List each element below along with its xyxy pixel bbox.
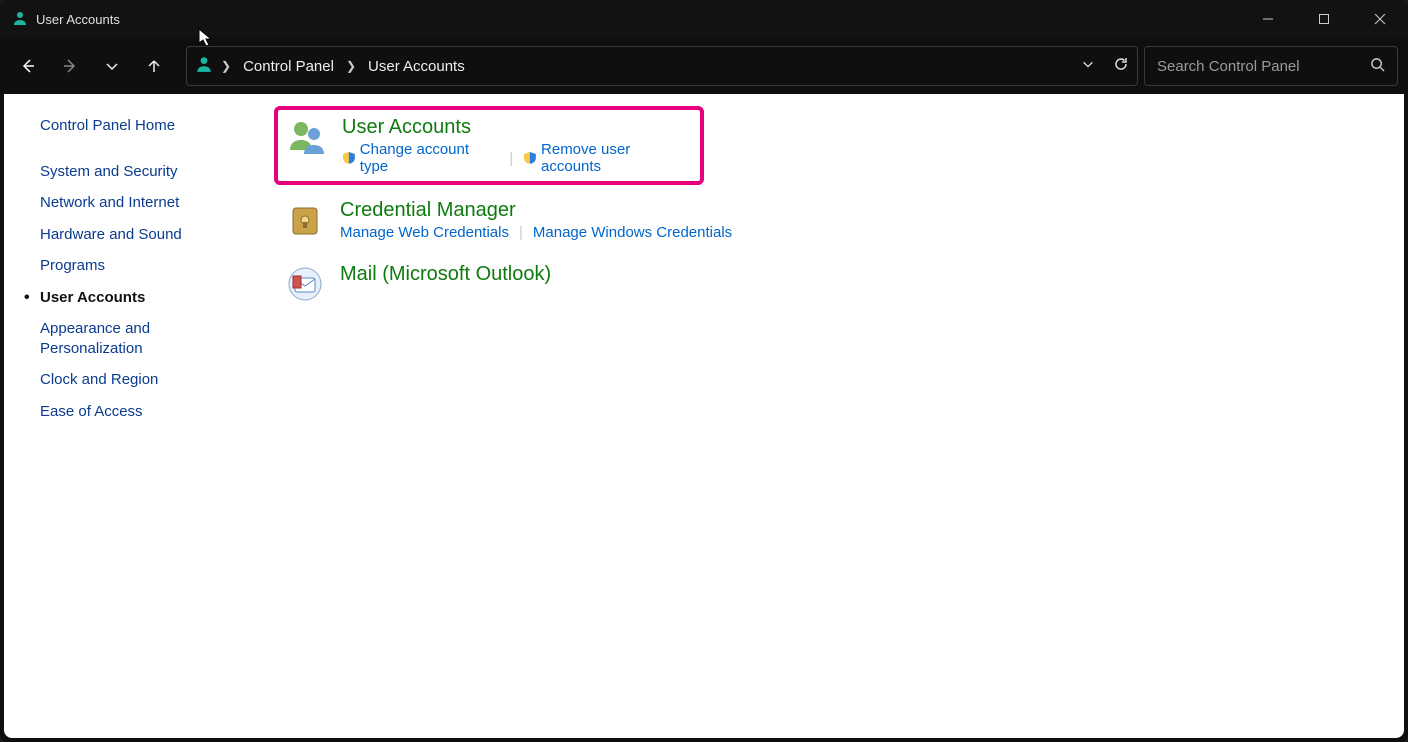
minimize-button[interactable] [1240, 0, 1296, 38]
address-bar-right [1081, 56, 1129, 76]
up-button[interactable] [136, 48, 172, 84]
address-bar-icon [195, 55, 213, 77]
link-remove-user-accounts[interactable]: Remove user accounts [523, 141, 692, 175]
sidebar-item-appearance[interactable]: Appearance and Personalization [40, 319, 236, 358]
content-area: Control Panel Home System and Security N… [4, 94, 1404, 738]
sidebar: Control Panel Home System and Security N… [4, 94, 254, 738]
category-credential-manager: Credential Manager Manage Web Credential… [274, 191, 1384, 249]
sidebar-item-system-security[interactable]: System and Security [40, 162, 236, 182]
forward-button[interactable] [52, 48, 88, 84]
category-links: Change account type | Remove user accoun… [342, 141, 692, 175]
chevron-down-icon[interactable] [1081, 57, 1095, 75]
sidebar-item-hardware-sound[interactable]: Hardware and Sound [40, 225, 236, 245]
sidebar-item-ease-of-access[interactable]: Ease of Access [40, 402, 236, 422]
credential-manager-icon [284, 199, 326, 241]
window: User Accounts [0, 0, 1408, 742]
link-separator: | [519, 224, 523, 241]
maximize-button[interactable] [1296, 0, 1352, 38]
main-panel: User Accounts Change account type | [254, 94, 1404, 738]
sidebar-item-home[interactable]: Control Panel Home [40, 116, 236, 136]
titlebar-left: User Accounts [12, 10, 120, 29]
search-icon[interactable] [1370, 57, 1385, 76]
category-title-credential-manager[interactable]: Credential Manager [340, 199, 732, 222]
category-title-mail[interactable]: Mail (Microsoft Outlook) [340, 263, 551, 286]
sidebar-item-network-internet[interactable]: Network and Internet [40, 193, 236, 213]
shield-icon [342, 151, 356, 165]
search-input[interactable] [1157, 58, 1347, 75]
back-button[interactable] [10, 48, 46, 84]
address-bar[interactable]: ❯ Control Panel ❯ User Accounts [186, 46, 1138, 86]
category-user-accounts: User Accounts Change account type | [274, 106, 704, 185]
recent-locations-button[interactable] [94, 48, 130, 84]
mail-icon [284, 263, 326, 305]
link-label: Change account type [360, 141, 500, 175]
sidebar-item-clock-region[interactable]: Clock and Region [40, 370, 236, 390]
link-separator: | [509, 150, 513, 167]
titlebar: User Accounts [0, 0, 1408, 38]
toolbar: ❯ Control Panel ❯ User Accounts [0, 38, 1408, 94]
link-change-account-type[interactable]: Change account type [342, 141, 499, 175]
breadcrumb-control-panel[interactable]: Control Panel [239, 56, 338, 77]
shield-icon [523, 151, 537, 165]
user-accounts-icon [286, 116, 328, 158]
category-title-user-accounts[interactable]: User Accounts [342, 116, 692, 139]
link-label: Remove user accounts [541, 141, 692, 175]
link-manage-web-credentials[interactable]: Manage Web Credentials [340, 224, 509, 241]
window-controls [1240, 0, 1408, 38]
window-title: User Accounts [36, 12, 120, 27]
refresh-button[interactable] [1113, 56, 1129, 76]
close-button[interactable] [1352, 0, 1408, 38]
breadcrumb-separator-icon: ❯ [342, 59, 360, 73]
breadcrumb-separator-icon: ❯ [217, 59, 235, 73]
category-links: Manage Web Credentials | Manage Windows … [340, 224, 732, 241]
app-icon [12, 10, 28, 29]
category-mail: Mail (Microsoft Outlook) [274, 255, 1384, 313]
link-manage-windows-credentials[interactable]: Manage Windows Credentials [533, 224, 732, 241]
search-box[interactable] [1144, 46, 1398, 86]
sidebar-item-programs[interactable]: Programs [40, 256, 236, 276]
breadcrumb-user-accounts[interactable]: User Accounts [364, 56, 469, 77]
sidebar-item-user-accounts[interactable]: User Accounts [40, 288, 236, 308]
